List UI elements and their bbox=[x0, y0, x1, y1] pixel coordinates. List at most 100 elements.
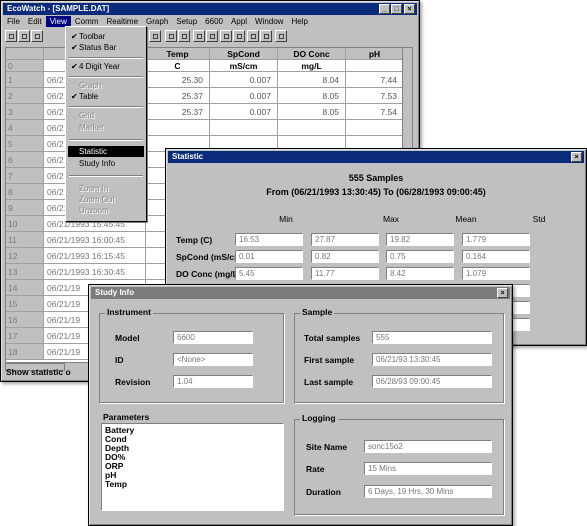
new-file-icon[interactable] bbox=[5, 30, 17, 42]
menu-item-status-bar[interactable]: ✔ Status Bar bbox=[68, 42, 144, 53]
list-item[interactable]: Temp bbox=[105, 480, 280, 489]
close-button[interactable]: × bbox=[404, 4, 415, 14]
list-item[interactable]: ORP bbox=[105, 462, 280, 471]
last-sample-label: Last sample bbox=[304, 377, 354, 387]
col-header-temp[interactable]: Temp bbox=[146, 48, 210, 60]
revision-label: Revision bbox=[115, 377, 151, 387]
main-title-bar[interactable]: EcoWatch - [SAMPLE.DAT] _ □ × bbox=[3, 3, 417, 15]
spcond-cell[interactable]: 0.007 bbox=[210, 104, 278, 120]
menu-item-table[interactable]: ✔ Table bbox=[68, 91, 144, 102]
menu-6600[interactable]: 6600 bbox=[201, 16, 227, 27]
col-header-ph[interactable]: pH bbox=[346, 48, 404, 60]
print-icon[interactable] bbox=[260, 30, 272, 42]
row-header[interactable]: 5 bbox=[6, 136, 44, 152]
row-header[interactable]: 18 bbox=[6, 344, 44, 360]
marker-icon[interactable] bbox=[220, 30, 232, 42]
do-cell[interactable]: 8.04 bbox=[278, 72, 346, 88]
row-header[interactable]: 2 bbox=[6, 88, 44, 104]
help-icon[interactable] bbox=[275, 30, 287, 42]
menu-file[interactable]: File bbox=[3, 16, 24, 27]
menu-item-label: Table bbox=[79, 92, 99, 101]
menu-appl[interactable]: Appl bbox=[227, 16, 251, 27]
do-cell[interactable] bbox=[278, 120, 346, 136]
ph-cell[interactable]: 7.44 bbox=[346, 72, 404, 88]
stats-icon[interactable] bbox=[178, 30, 190, 42]
row-label-do: DO Conc (mg/L) bbox=[176, 269, 241, 279]
row-header[interactable]: 7 bbox=[6, 168, 44, 184]
menu-item-label: Status Bar bbox=[79, 43, 117, 52]
row-header[interactable]: 10 bbox=[6, 216, 44, 232]
grid-icon[interactable] bbox=[233, 30, 245, 42]
row-header[interactable]: 3 bbox=[6, 104, 44, 120]
ph-cell[interactable]: 7.53 bbox=[346, 88, 404, 104]
menu-item-label: Marker bbox=[79, 123, 104, 132]
menu-item-graph: Graph bbox=[68, 80, 144, 91]
save-icon[interactable] bbox=[18, 30, 30, 42]
row-header[interactable]: 16 bbox=[6, 312, 44, 328]
menu-setup[interactable]: Setup bbox=[172, 16, 201, 27]
menu-item-label: Unzoom bbox=[79, 206, 109, 215]
list-item[interactable]: Battery bbox=[105, 426, 280, 435]
temp-cell[interactable]: 25.37 bbox=[146, 104, 210, 120]
spcond-std: 0.164 bbox=[462, 250, 530, 263]
table-icon[interactable] bbox=[149, 30, 161, 42]
logging-group-title: Logging bbox=[300, 413, 338, 423]
parameters-list[interactable]: Battery Cond Depth DO% ORP pH Temp bbox=[101, 423, 284, 511]
id-label: ID bbox=[115, 355, 124, 365]
ph-cell[interactable]: 7.54 bbox=[346, 104, 404, 120]
date-cell[interactable]: 06/21/1993 16:30:45 bbox=[44, 264, 146, 280]
menu-window[interactable]: Window bbox=[251, 16, 287, 27]
row-header[interactable]: 1 bbox=[6, 72, 44, 88]
row-header[interactable]: 6 bbox=[6, 152, 44, 168]
row-header[interactable]: 15 bbox=[6, 296, 44, 312]
menu-separator bbox=[69, 57, 143, 59]
col-header-spcond[interactable]: SpCond bbox=[210, 48, 278, 60]
spcond-cell[interactable] bbox=[210, 120, 278, 136]
row-header[interactable]: 4 bbox=[6, 120, 44, 136]
minimize-button[interactable]: _ bbox=[379, 4, 390, 14]
model-label: Model bbox=[115, 333, 140, 343]
row-header[interactable]: 17 bbox=[6, 328, 44, 344]
maximize-button[interactable]: □ bbox=[391, 4, 402, 14]
temp-cell[interactable]: 25.30 bbox=[146, 72, 210, 88]
date-cell[interactable]: 06/21/1993 16:00:45 bbox=[44, 232, 146, 248]
row-header[interactable]: 12 bbox=[6, 248, 44, 264]
open-icon[interactable] bbox=[31, 30, 43, 42]
menu-item-label: Zoom In bbox=[79, 184, 109, 193]
statistic-title-bar[interactable]: Statistic × bbox=[168, 151, 584, 163]
menu-item-statistic[interactable]: Statistic bbox=[68, 146, 144, 157]
study-info-title-bar[interactable]: Study Info × bbox=[91, 287, 510, 299]
close-button[interactable]: × bbox=[571, 152, 582, 162]
close-button[interactable]: × bbox=[497, 288, 508, 298]
spcond-cell[interactable]: 0.007 bbox=[210, 88, 278, 104]
row-header[interactable]: 8 bbox=[6, 184, 44, 200]
do-cell[interactable]: 8.05 bbox=[278, 88, 346, 104]
menu-item-study-info[interactable]: Study Info bbox=[68, 158, 144, 169]
do-cell[interactable]: 8.05 bbox=[278, 104, 346, 120]
list-item[interactable]: Cond bbox=[105, 435, 280, 444]
col-header-do[interactable]: DO Conc bbox=[278, 48, 346, 60]
zoom-in-icon[interactable] bbox=[193, 30, 205, 42]
menu-item-toolbar[interactable]: ✔ Toolbar bbox=[68, 31, 144, 42]
menu-edit[interactable]: Edit bbox=[24, 16, 46, 27]
zoom-out-icon[interactable] bbox=[206, 30, 218, 42]
graph-icon[interactable] bbox=[165, 30, 177, 42]
unzoom-icon[interactable] bbox=[247, 30, 259, 42]
row-header[interactable]: 14 bbox=[6, 280, 44, 296]
list-item[interactable]: pH bbox=[105, 471, 280, 480]
temp-max: 27.87 bbox=[311, 233, 379, 246]
row-header[interactable]: 13 bbox=[6, 264, 44, 280]
menu-item-4-digit-year[interactable]: ✔ 4 Digit Year bbox=[68, 61, 144, 72]
row-header[interactable]: 11 bbox=[6, 232, 44, 248]
list-item[interactable]: Depth bbox=[105, 444, 280, 453]
unit-spcond: mS/cm bbox=[210, 60, 278, 72]
row-header[interactable]: 9 bbox=[6, 200, 44, 216]
menu-help[interactable]: Help bbox=[287, 16, 311, 27]
list-item[interactable]: DO% bbox=[105, 453, 280, 462]
date-cell[interactable]: 06/21/1993 16:15:45 bbox=[44, 248, 146, 264]
temp-cell[interactable]: 25.37 bbox=[146, 88, 210, 104]
ph-cell[interactable] bbox=[346, 120, 404, 136]
temp-cell[interactable] bbox=[146, 120, 210, 136]
spcond-cell[interactable]: 0.007 bbox=[210, 72, 278, 88]
total-samples-field: 555 bbox=[372, 331, 492, 344]
